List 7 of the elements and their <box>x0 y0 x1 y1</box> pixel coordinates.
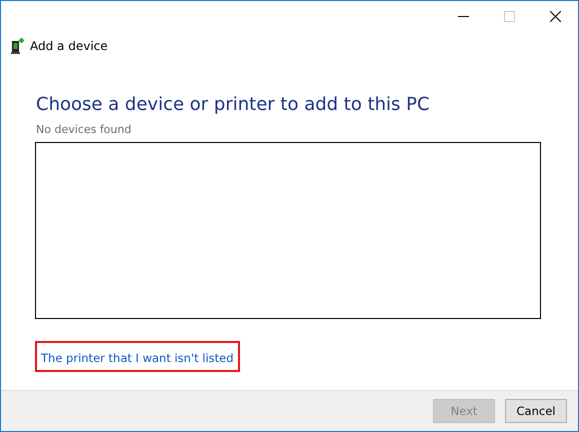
close-icon[interactable] <box>550 10 560 22</box>
dialog-button[interactable]: Cancel <box>505 399 567 423</box>
page-heading: Choose a device or printer to add to this PC <box>36 94 431 115</box>
status-text: No devices found <box>35 123 132 136</box>
window-title: Add a device <box>30 39 108 53</box>
printer-not-listed-link[interactable]: The printer that I want isn't listed <box>41 351 234 365</box>
device-add-icon <box>11 38 24 54</box>
